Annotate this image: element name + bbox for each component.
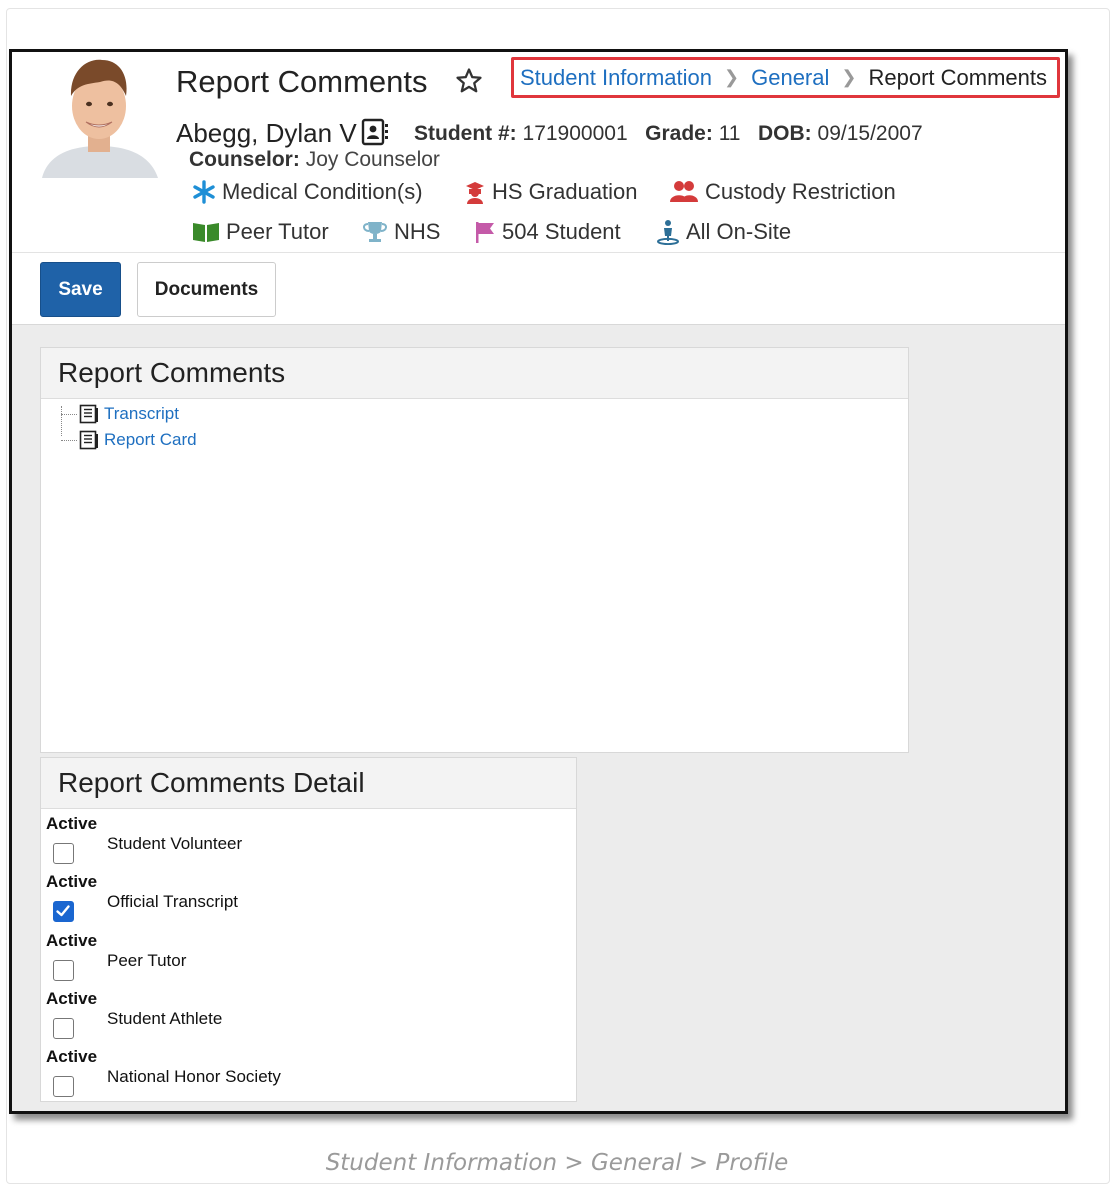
contact-card-icon[interactable] bbox=[360, 117, 390, 147]
screenshot-frame: Report Comments Student Information ❯ Ge… bbox=[9, 49, 1068, 1114]
grade-label: Grade: bbox=[645, 122, 713, 145]
page-title: Report Comments bbox=[176, 64, 428, 99]
report-icon bbox=[79, 430, 98, 450]
save-button[interactable]: Save bbox=[40, 262, 121, 317]
person-location-icon bbox=[657, 220, 679, 245]
student-number: 171900001 bbox=[522, 122, 628, 145]
flag-custody-restriction[interactable]: Custody Restriction bbox=[669, 179, 896, 205]
flag-label: 504 Student bbox=[502, 219, 621, 244]
detail-row: Active National Honor Society bbox=[41, 1047, 576, 1105]
dob-label: DOB: bbox=[758, 122, 812, 145]
tree-item-transcript[interactable]: Transcript bbox=[61, 404, 179, 424]
tree-item-report-card[interactable]: Report Card bbox=[61, 430, 197, 450]
counselor-name: Joy Counselor bbox=[305, 148, 440, 171]
comment-label: Peer Tutor bbox=[107, 951, 187, 970]
flag-all-on-site[interactable]: All On-Site bbox=[656, 219, 791, 245]
comment-label: Student Volunteer bbox=[107, 834, 243, 853]
chevron-right-icon: ❯ bbox=[841, 67, 857, 87]
detail-row: Active Peer Tutor bbox=[41, 931, 576, 989]
flag-nhs[interactable]: NHS bbox=[362, 219, 440, 245]
graduation-cap-icon bbox=[466, 182, 484, 204]
comment-label: Official Transcript bbox=[107, 892, 239, 911]
breadcrumb-general[interactable]: General bbox=[751, 65, 829, 91]
star-icon[interactable] bbox=[454, 66, 484, 96]
flag-peer-tutor[interactable]: Peer Tutor bbox=[192, 219, 329, 245]
avatar bbox=[34, 54, 164, 178]
active-checkbox[interactable] bbox=[53, 901, 74, 922]
flag-label: Custody Restriction bbox=[705, 179, 896, 204]
detail-row: Active Student Athlete bbox=[41, 989, 576, 1047]
student-meta: Student #: 171900001 Grade: 11 DOB: 09/1… bbox=[414, 122, 923, 146]
grade-value: 11 bbox=[718, 122, 741, 145]
checkmark-icon bbox=[56, 905, 70, 917]
dob-value: 09/15/2007 bbox=[817, 122, 923, 145]
flag-icon bbox=[476, 222, 494, 243]
flag-label: Medical Condition(s) bbox=[222, 179, 423, 204]
active-label: Active bbox=[46, 989, 98, 1008]
flag-hs-graduation[interactable]: HS Graduation bbox=[464, 179, 638, 205]
active-checkbox[interactable] bbox=[53, 843, 74, 864]
asterisk-icon bbox=[193, 180, 215, 204]
panel-title: Report Comments Detail bbox=[41, 758, 576, 809]
active-label: Active bbox=[46, 1047, 98, 1066]
student-name: Abegg, Dylan V bbox=[176, 118, 357, 148]
flag-label: NHS bbox=[394, 219, 441, 244]
student-header: Report Comments Student Information ❯ Ge… bbox=[12, 52, 1065, 252]
report-comments-detail-panel: Report Comments Detail Active Student Vo… bbox=[40, 757, 577, 1102]
action-toolbar: Save Documents bbox=[12, 252, 1065, 325]
active-label: Active bbox=[46, 814, 98, 833]
documents-button[interactable]: Documents bbox=[137, 262, 276, 317]
breadcrumb-student-information[interactable]: Student Information bbox=[520, 65, 712, 91]
flag-label: HS Graduation bbox=[492, 179, 638, 204]
counselor: Counselor: Joy Counselor bbox=[189, 148, 440, 172]
tree-item-label: Report Card bbox=[104, 430, 197, 449]
users-icon bbox=[670, 181, 698, 202]
comment-label: Student Athlete bbox=[107, 1009, 223, 1028]
flag-label: All On-Site bbox=[686, 219, 792, 244]
active-label: Active bbox=[46, 931, 98, 950]
report-icon bbox=[79, 404, 98, 424]
flag-medical-condition[interactable]: Medical Condition(s) bbox=[192, 179, 423, 205]
active-label: Active bbox=[46, 872, 98, 891]
active-checkbox[interactable] bbox=[53, 1018, 74, 1039]
detail-row: Active Student Volunteer bbox=[41, 814, 576, 872]
counselor-label: Counselor: bbox=[189, 148, 300, 171]
breadcrumb: Student Information ❯ General ❯ Report C… bbox=[511, 57, 1060, 98]
tree-item-label: Transcript bbox=[104, 404, 179, 423]
figure-caption: Student Information > General > Profile bbox=[325, 1150, 789, 1176]
report-comments-panel: Report Comments Transcript Report Card bbox=[40, 347, 909, 753]
student-number-label: Student #: bbox=[414, 122, 517, 145]
comment-label: National Honor Society bbox=[107, 1067, 281, 1086]
detail-row: Active Official Transcript bbox=[41, 872, 576, 930]
active-checkbox[interactable] bbox=[53, 1076, 74, 1097]
workspace: Report Comments Transcript Report Card R… bbox=[12, 325, 1065, 1111]
active-checkbox[interactable] bbox=[53, 960, 74, 981]
chevron-right-icon: ❯ bbox=[724, 67, 740, 87]
panel-title: Report Comments bbox=[41, 348, 908, 399]
flag-504-student[interactable]: 504 Student bbox=[474, 219, 621, 245]
breadcrumb-current: Report Comments bbox=[868, 64, 1047, 90]
book-icon bbox=[193, 223, 219, 242]
trophy-icon bbox=[363, 222, 387, 242]
flag-label: Peer Tutor bbox=[226, 219, 329, 244]
